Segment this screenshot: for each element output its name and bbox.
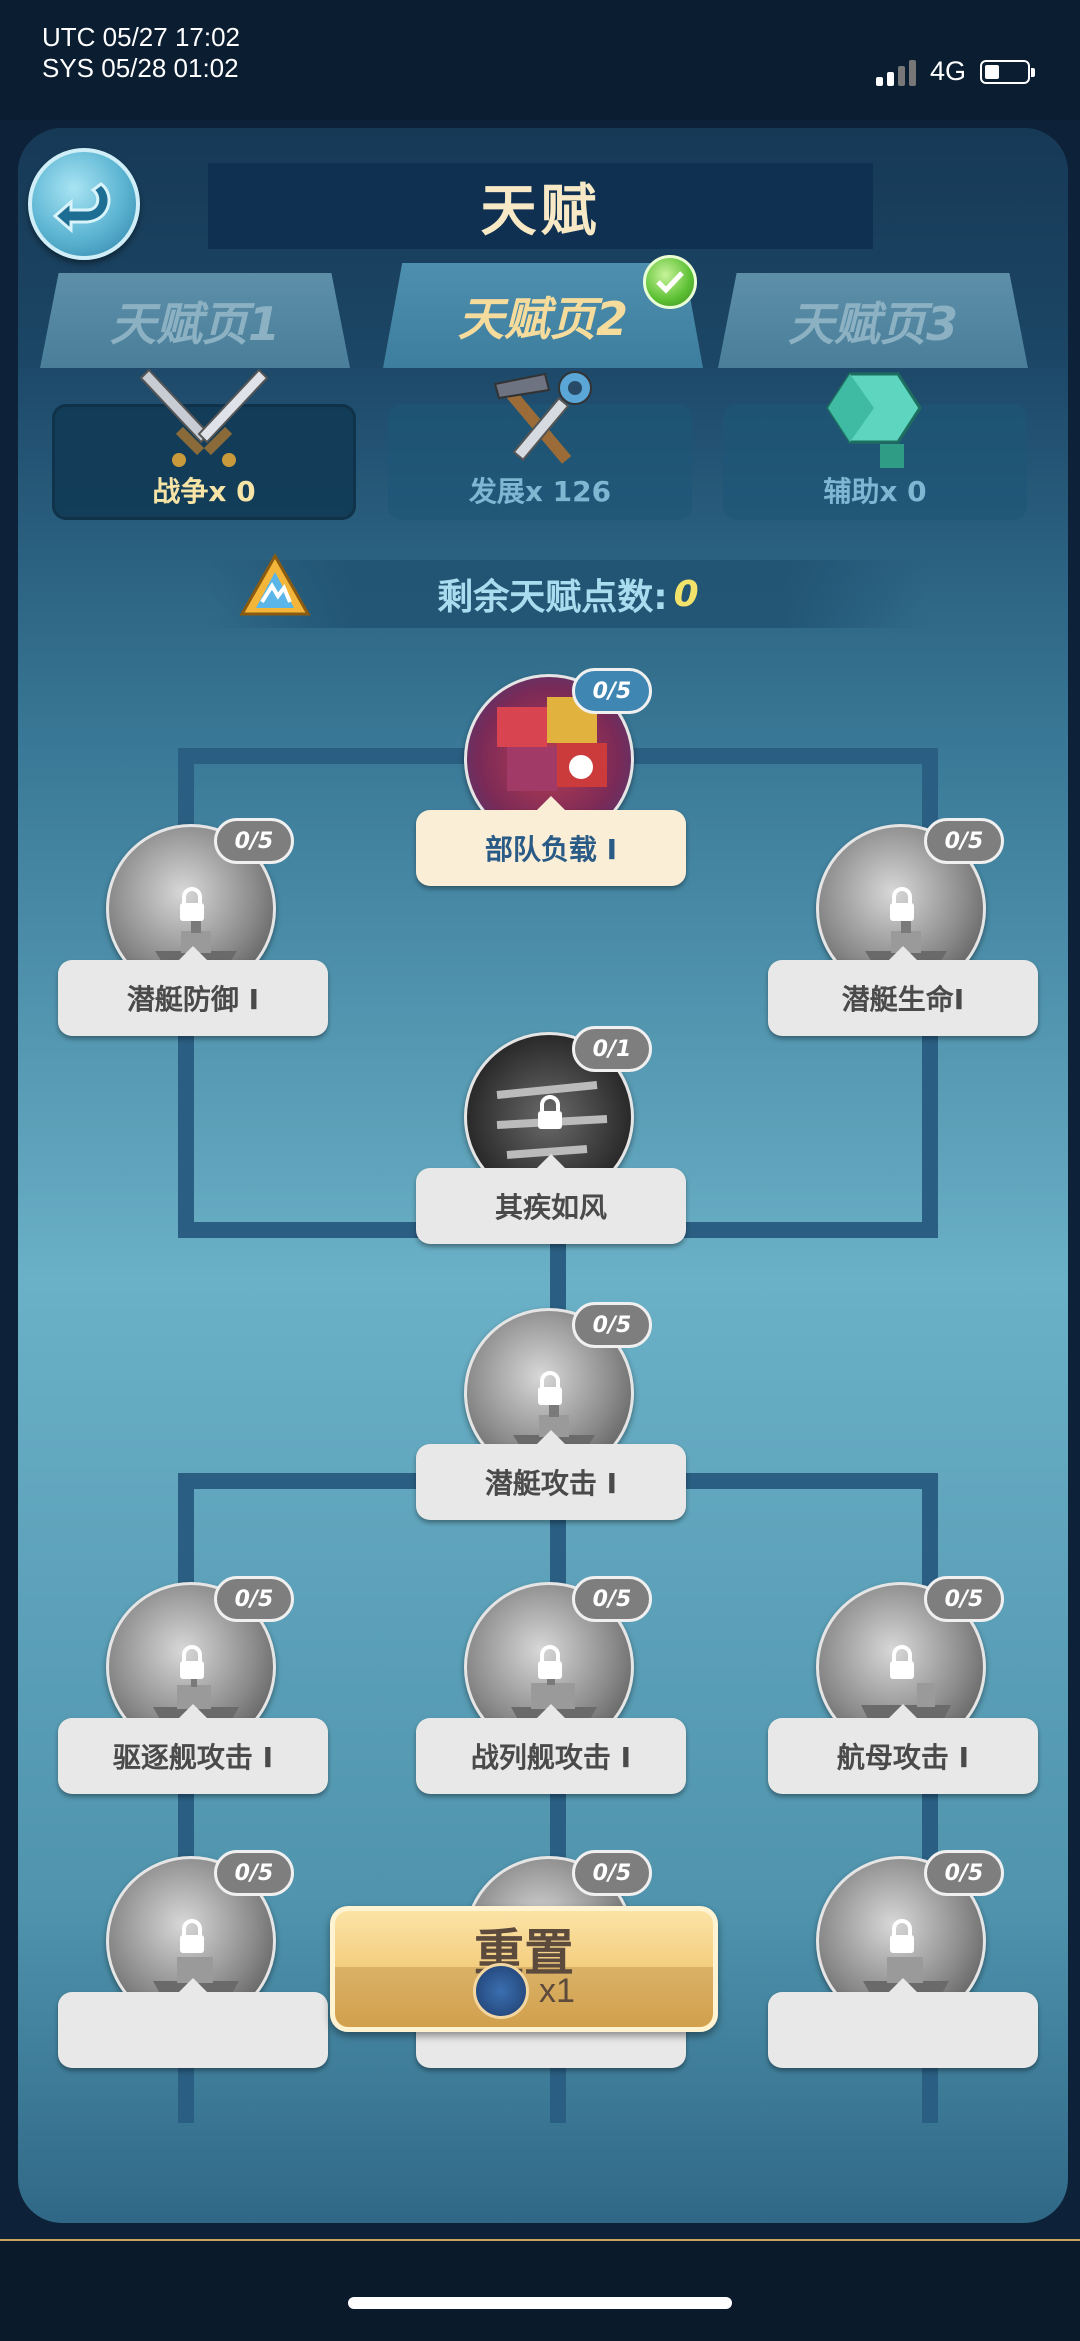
lock-icon [890, 1645, 914, 1679]
remaining-points-value: 0 [673, 573, 699, 615]
talent-level-badge: 0/5 [214, 1576, 294, 1622]
talent-level-badge: 0/5 [572, 1850, 652, 1896]
talent-label-swift-wind[interactable]: 其疾如风 [416, 1154, 686, 1244]
sys-time: SYS 05/28 01:02 [42, 53, 239, 83]
category-support[interactable]: 辅助x 0 [723, 372, 1027, 520]
talent-label-row6-left[interactable] [58, 1978, 328, 2068]
category-support-label: 辅助x 0 [823, 475, 927, 508]
talent-level-badge: 0/5 [924, 1850, 1004, 1896]
talent-point-icon [238, 552, 312, 626]
lock-icon [180, 887, 204, 921]
category-war[interactable]: 战争x 0 [52, 368, 356, 520]
signal-icon [875, 58, 916, 86]
lock-icon [538, 1371, 562, 1405]
talent-label-troop-load[interactable]: 部队负载 I [416, 796, 686, 886]
talent-level-badge: 0/5 [572, 1576, 652, 1622]
gem-icon [820, 364, 930, 478]
talent-level-badge: 0/1 [572, 1026, 652, 1072]
network-type: 4G [929, 56, 966, 86]
remaining-points-label: 剩余天赋点数: [437, 577, 668, 618]
talent-level-badge: 0/5 [214, 1850, 294, 1896]
talent-level-badge: 0/5 [572, 1302, 652, 1348]
tab-talent-page-1[interactable]: 天赋页1 [40, 273, 350, 368]
crossed-swords-icon [139, 364, 269, 478]
talent-level-badge: 0/5 [214, 818, 294, 864]
back-button[interactable] [28, 148, 140, 260]
lock-icon [180, 1919, 204, 1953]
category-development-label: 发展x 126 [468, 475, 612, 508]
talent-level-badge: 0/5 [924, 1576, 1004, 1622]
talent-label-row6-right[interactable] [768, 1978, 1038, 2068]
talent-level-badge: 0/5 [572, 668, 652, 714]
talent-label-battleship-attack[interactable]: 战列舰攻击 I [416, 1704, 686, 1794]
lock-icon [890, 887, 914, 921]
category-development[interactable]: 发展x 126 [388, 371, 692, 520]
tab-talent-page-3[interactable]: 天赋页3 [718, 273, 1028, 368]
talent-label-destroyer-attack[interactable]: 驱逐舰攻击 I [58, 1704, 328, 1794]
battery-icon [980, 59, 1035, 84]
back-arrow-icon [52, 182, 111, 234]
talent-label-sub-attack[interactable]: 潜艇攻击 I [416, 1430, 686, 1520]
status-bar: UTC 05/27 17:02 SYS 05/28 01:02 4G [0, 0, 1080, 120]
talent-label-sub-defense[interactable]: 潜艇防御 I [58, 946, 328, 1036]
home-indicator[interactable] [348, 2297, 732, 2309]
reset-token-icon [473, 1963, 530, 2019]
active-check-icon [643, 255, 697, 309]
category-war-label: 战争x 0 [152, 475, 256, 508]
lock-icon [180, 1645, 204, 1679]
talent-label-carrier-attack[interactable]: 航母攻击 I [768, 1704, 1038, 1794]
lock-icon [538, 1095, 562, 1129]
reset-button[interactable]: 重置 x1 [330, 1906, 718, 2032]
bottom-bar [0, 2239, 1080, 2341]
talent-label-sub-life[interactable]: 潜艇生命I [768, 946, 1038, 1036]
lock-icon [890, 1919, 914, 1953]
reset-token-count: x1 [539, 1971, 575, 2010]
talent-level-badge: 0/5 [924, 818, 1004, 864]
page-title: 天赋 [480, 178, 601, 244]
lock-icon [538, 1645, 562, 1679]
remaining-points: 剩余天赋点数: 0 [208, 552, 928, 628]
utc-time: UTC 05/27 17:02 [42, 22, 241, 52]
hammer-wrench-icon [475, 364, 605, 478]
